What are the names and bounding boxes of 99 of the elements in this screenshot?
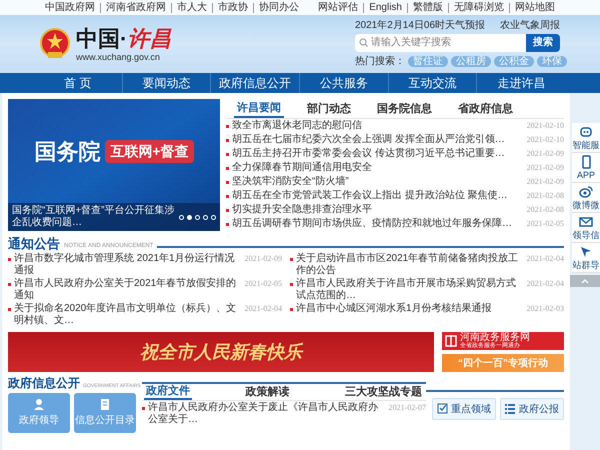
article-link[interactable]: 致全市离退休老同志的慰问信	[232, 120, 524, 132]
article-date: 2021-02-05	[526, 218, 564, 230]
cursor-icon	[579, 245, 593, 259]
site-title-city: 许昌	[127, 26, 172, 52]
top-link[interactable]: 无障碍浏览	[448, 2, 509, 12]
bullet-icon	[226, 181, 229, 184]
bullet-icon	[226, 153, 229, 156]
gov-link-button[interactable]: 重点领域	[432, 398, 496, 420]
top-link[interactable]: 网站地图	[509, 2, 560, 12]
side-tool[interactable]: APP	[572, 153, 600, 183]
article-date: 2021-02-09	[526, 148, 564, 160]
top-link[interactable]: 市人大	[171, 2, 212, 12]
gov-tab[interactable]: 政策解读	[244, 384, 292, 400]
slide-title: 国务院	[34, 138, 100, 166]
hot-search-label: 热门搜索：	[355, 54, 405, 68]
bullet-icon	[226, 167, 229, 170]
bullet-icon	[290, 308, 293, 311]
news-tab[interactable]: 国务院信息	[374, 99, 435, 118]
article-link[interactable]: 许昌市中心城区河湖水系1月份考核结果通报	[296, 303, 524, 315]
article-link[interactable]: 全力保障春节期间通信用电安全	[232, 162, 524, 174]
section-title: 通知公告	[8, 236, 60, 251]
search-icon	[359, 38, 368, 46]
emblem-icon	[40, 28, 70, 60]
article-date: 2021-02-08	[526, 190, 564, 202]
search-button[interactable]: 搜索	[526, 34, 560, 52]
news-tab[interactable]: 部门动态	[304, 99, 354, 118]
top-link[interactable]: 市政协	[212, 2, 253, 12]
search-field[interactable]: 请输入关键字搜索	[355, 34, 526, 52]
article-date: 2021-02-09	[526, 162, 564, 174]
bullet-icon	[226, 223, 229, 226]
article-link[interactable]: 胡五岳在七届市纪委六次全会上强调 发挥全面从严治党引领…	[232, 134, 524, 146]
list-icon	[505, 403, 516, 415]
article-date: 2021-02-08	[526, 204, 564, 216]
article-link[interactable]: 许昌市人民政府办公室关于废止《许昌市人民政府办公室关于…	[148, 402, 386, 426]
news-tab[interactable]: 许昌要闻	[234, 99, 284, 118]
bullet-icon	[8, 308, 11, 311]
side-tool[interactable]: 智能服	[572, 123, 600, 153]
site-title: 中国·	[76, 26, 128, 52]
article-link[interactable]: 切实提升安全隐患排查治理水平	[232, 204, 524, 216]
side-tool[interactable]: 站群导	[572, 243, 600, 273]
bullet-icon	[290, 283, 293, 286]
article-date: 2021-02-05	[244, 278, 282, 290]
weibo-icon	[579, 185, 593, 199]
bullet-icon	[226, 209, 229, 212]
gov-link-button[interactable]: 政府公报	[500, 398, 564, 420]
top-link[interactable]: English	[363, 2, 407, 12]
top-link[interactable]: 中国政府网	[40, 2, 100, 12]
article-date: 2021-02-04	[526, 253, 564, 265]
nav-item[interactable]: 走进许昌	[477, 73, 566, 93]
site-url: www.xuchang.gov.cn	[76, 52, 161, 62]
article-date: 2021-02-04	[244, 303, 282, 315]
bullet-icon	[8, 258, 11, 261]
envelope-icon	[579, 215, 593, 229]
weather-forecast-link[interactable]: 2021年2月14日06时天气预报	[355, 20, 486, 32]
top-link[interactable]: 协同办公	[253, 2, 304, 12]
checkbox-icon	[437, 403, 448, 415]
chevron-up-icon	[581, 278, 589, 284]
side-tool[interactable]: 领导信	[572, 213, 600, 243]
article-link[interactable]: 胡五岳在全市党管武装工作会议上指出 提升政治站位 聚焦使…	[232, 190, 524, 202]
article-link[interactable]: 胡五岳主持召开市委常委会会议 传达贯彻习近平总书记重要…	[232, 148, 524, 160]
article-link[interactable]: 关于启动许昌市市区2021年春节前储备猪肉投放工作的公告	[296, 253, 524, 277]
person-icon	[33, 398, 45, 411]
slide-tag: 互联网+督查	[105, 140, 194, 162]
article-date: 2021-02-10	[526, 134, 564, 146]
bullet-icon	[226, 195, 229, 198]
article-date: 2021-02-09	[244, 253, 282, 265]
top-link[interactable]: 网站评估	[313, 2, 364, 12]
bullet-icon	[290, 258, 293, 261]
article-link[interactable]: 许昌市数字化城市管理系统 2021年1月份运行情况通报	[14, 253, 242, 277]
top-link[interactable]: 繁體版	[407, 2, 448, 12]
article-link[interactable]: 许昌市人民政府办公室关于2021年春节放假安排的通知	[14, 278, 242, 302]
robot-icon	[579, 125, 593, 139]
service-logo-icon	[445, 335, 457, 347]
article-link[interactable]: 关于拟命名2020年度许昌市文明单位（标兵）、文明村镇、文…	[14, 303, 242, 327]
section-title: 政府信息公开	[8, 376, 80, 390]
agri-weather-link[interactable]: 农业气象周报	[500, 20, 560, 32]
bullet-icon	[226, 139, 229, 142]
article-date: 2021-02-07	[388, 402, 426, 414]
side-tool[interactable]: 微博微	[572, 183, 600, 213]
article-date: 2021-02-03	[526, 303, 564, 315]
top-link[interactable]: 河南省政府网	[100, 2, 171, 12]
gov-tab[interactable]: 三大攻坚战专题	[343, 384, 424, 400]
banner-greeting: 祝全市人民新春快乐	[140, 340, 302, 364]
service-title: 河南政务服务网	[460, 332, 530, 342]
article-link[interactable]: 坚决筑牢消防安全“防火墙”	[232, 176, 524, 188]
article-date: 2021-02-09	[526, 176, 564, 188]
news-tab[interactable]: 省政府信息	[455, 99, 516, 118]
article-link[interactable]: 许昌市人民政府关于许昌市开展市场采购贸易方式试点范围的…	[296, 278, 524, 302]
slide-caption: 国务院“互联网+督查”平台公开征集涉企乱收费问题…	[12, 205, 175, 229]
gov-tab[interactable]: 政府文件	[144, 384, 192, 400]
article-date: 2021-02-04	[526, 278, 564, 290]
bullet-icon	[8, 283, 11, 286]
bullet-icon	[226, 125, 229, 128]
bullet-icon	[142, 407, 145, 410]
tile-label: 信息公开目录	[75, 414, 135, 428]
article-date: 2021-02-10	[526, 120, 564, 132]
article-link[interactable]: 胡五岳调研春节期间市场供应、疫情防控和就地过年服务保障…	[232, 218, 524, 230]
tile-label: 政府领导	[19, 414, 59, 428]
book-icon	[99, 398, 111, 411]
